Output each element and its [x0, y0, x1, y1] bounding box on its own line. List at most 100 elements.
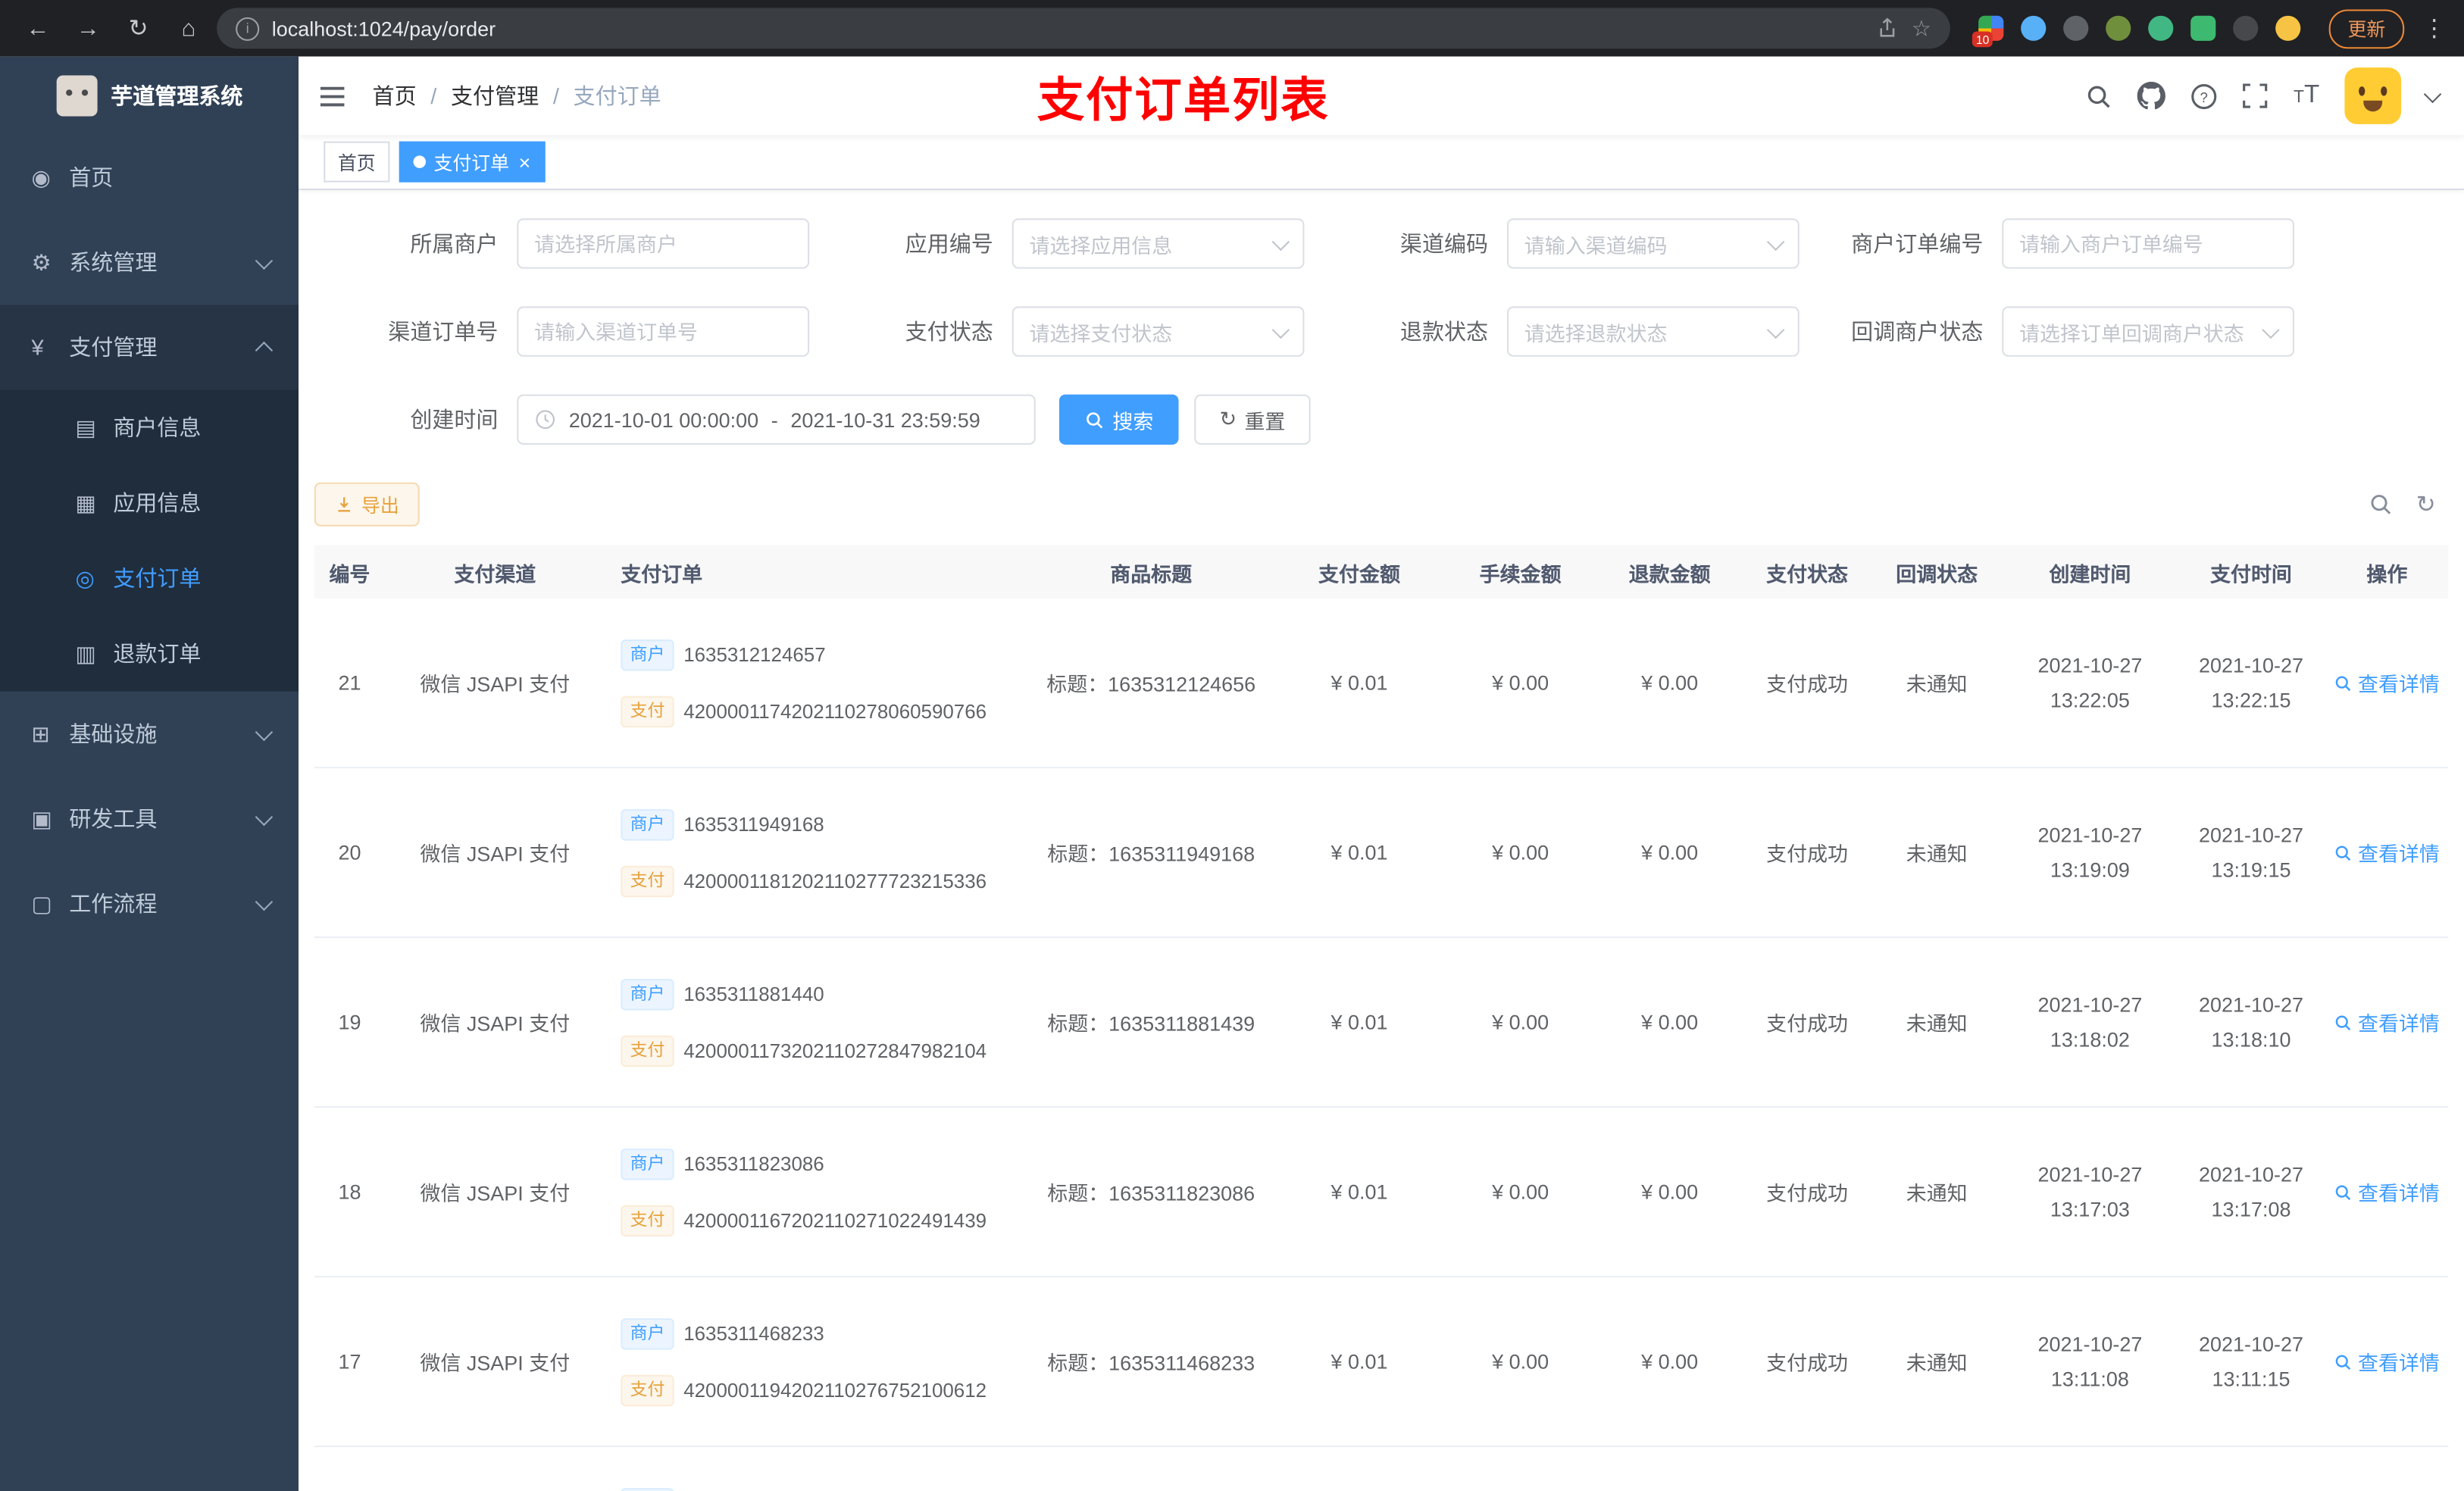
caret-down-icon[interactable] — [2423, 84, 2442, 103]
cell-pay-order: 商户 1635311517 支付 — [605, 1486, 1029, 1491]
filter-row-1: 所属商户 应用编号 请选择应用信息 渠道编码 请输入渠道编码 — [314, 218, 2448, 269]
sidebar-item-app-info[interactable]: ▦ 应用信息 — [0, 464, 299, 541]
order-icon: ◎ — [75, 564, 95, 590]
back-icon[interactable]: ← — [16, 15, 60, 42]
chevron-down-icon — [1766, 232, 1785, 251]
app-select[interactable]: 请选择应用信息 — [1012, 218, 1305, 269]
extension-vue-icon[interactable] — [2148, 15, 2174, 41]
filter-label: 回调商户状态 — [1851, 319, 1984, 345]
sidebar-item-refund-order[interactable]: ▥ 退款订单 — [0, 616, 299, 692]
cell-fee: ¥ 0.00 — [1492, 1010, 1549, 1034]
cell-create-time: 2021-10-27 13:11:08 — [2037, 1332, 2143, 1390]
view-detail-link[interactable]: 查看详情 — [2334, 1177, 2440, 1206]
merchant-order-no-input[interactable] — [2002, 218, 2295, 269]
date-separator: - — [771, 408, 778, 432]
magnifier-icon — [2336, 675, 2352, 691]
breadcrumb-current: 支付订单 — [573, 83, 661, 109]
channel-code-select[interactable]: 请输入渠道编码 — [1506, 218, 1800, 269]
hamburger-icon[interactable] — [317, 81, 347, 111]
view-detail-link[interactable]: 查看详情 — [2334, 667, 2440, 697]
date-end: 2021-10-31 23:59:59 — [790, 408, 980, 432]
channel-order-no-input[interactable] — [517, 306, 810, 357]
font-size-icon[interactable]: TT — [2294, 82, 2319, 110]
magnifier-icon — [2336, 845, 2352, 861]
chevron-down-icon — [255, 722, 274, 741]
sidebar-item-workflow[interactable]: ▢ 工作流程 — [0, 861, 299, 946]
sidebar-item-merchant-info[interactable]: ▤ 商户信息 — [0, 389, 299, 465]
cell-pay-time: 2021-10-27 13:19:15 — [2199, 823, 2303, 881]
sidebar-item-system[interactable]: ⚙ 系统管理 — [0, 220, 299, 305]
refund-status-select[interactable]: 请选择退款状态 — [1506, 306, 1800, 357]
cell-action: 查看详情 — [2326, 1007, 2449, 1036]
merchant-input[interactable] — [517, 218, 810, 269]
search-button[interactable]: 搜索 — [1058, 394, 1179, 445]
cell-notify-status: 未通知 — [1906, 842, 1968, 866]
extension-drop-icon[interactable] — [2021, 15, 2047, 41]
view-detail-link[interactable]: 查看详情 — [2334, 837, 2440, 867]
sidebar-item-home[interactable]: ◉ 首页 — [0, 135, 299, 220]
bookmark-star-icon[interactable]: ☆ — [1912, 15, 1931, 42]
cell-id: 21 — [338, 670, 361, 695]
help-icon[interactable]: ? — [2191, 83, 2218, 109]
tab-pay-order[interactable]: 支付订单 × — [399, 141, 545, 183]
cell-pay-order: 商户 1635311881440 支付 42000011732021102728… — [605, 977, 1029, 1067]
callback-status-select[interactable]: 请选择订单回调商户状态 — [2002, 306, 2295, 357]
chevron-down-icon — [1271, 232, 1290, 251]
filter-label: 商户订单编号 — [1851, 230, 1984, 257]
extension-chat-icon[interactable] — [2190, 15, 2216, 41]
cell-notify-status: 未通知 — [1906, 672, 1968, 696]
cell-fee: ¥ 0.00 — [1492, 1349, 1549, 1374]
github-icon[interactable] — [2137, 81, 2166, 110]
filter-label: 渠道订单号 — [388, 319, 499, 345]
date-range-input[interactable]: 2021-10-01 00:00:00 - 2021-10-31 23:59:5… — [517, 394, 1036, 445]
filter-label: 应用编号 — [905, 230, 993, 257]
fullscreen-icon[interactable] — [2244, 83, 2269, 108]
extension-avatar-icon[interactable] — [2275, 15, 2301, 41]
cell-channel: 微信 JSAPI 支付 — [420, 842, 571, 866]
cell-pay-time: 2021-10-27 13:17:08 — [2199, 1162, 2303, 1221]
filter-label: 支付状态 — [905, 319, 993, 345]
sidebar-item-pay-order[interactable]: ◎ 支付订单 — [0, 540, 299, 617]
extension-grid-icon[interactable]: 10 — [1972, 15, 2004, 48]
cell-action: 查看详情 — [2326, 667, 2449, 697]
sidebar-item-payment[interactable]: ¥ 支付管理 — [0, 305, 299, 390]
extension-dark-icon[interactable] — [2063, 15, 2089, 41]
tab-home[interactable]: 首页 — [324, 141, 390, 183]
breadcrumb-payment[interactable]: 支付管理 — [451, 80, 539, 111]
pay-status-select[interactable]: 请选择支付状态 — [1012, 306, 1305, 357]
forward-icon[interactable]: → — [66, 15, 110, 42]
user-avatar[interactable] — [2344, 67, 2402, 124]
search-icon[interactable] — [2086, 83, 2112, 109]
export-button[interactable]: 导出 — [314, 482, 420, 527]
search-toggle-icon[interactable] — [2369, 492, 2394, 517]
site-info-icon[interactable]: i — [236, 16, 260, 40]
sidebar-item-dev-tools[interactable]: ▣ 研发工具 — [0, 777, 299, 861]
view-detail-link[interactable]: 查看详情 — [2334, 1346, 2440, 1376]
reset-button[interactable]: ↻ 重置 — [1194, 394, 1311, 445]
refresh-table-icon[interactable]: ↻ — [2416, 490, 2436, 518]
filter-label: 所属商户 — [410, 230, 499, 257]
breadcrumb-home[interactable]: 首页 — [373, 80, 417, 111]
cell-status: 支付成功 — [1766, 1011, 1849, 1036]
cell-id: 18 — [338, 1180, 361, 1204]
chrome-menu-icon[interactable]: ⋮ — [2420, 14, 2448, 42]
merchant-badge: 商户 — [621, 808, 674, 840]
filter-channel-code: 渠道编码 请输入渠道编码 — [1304, 218, 1800, 269]
extension-pin-icon[interactable] — [2233, 15, 2259, 41]
screen: ← → ↻ ⌂ i localhost:1024/pay/order ☆ 10 … — [0, 0, 2464, 1491]
view-detail-link[interactable]: 查看详情 — [2334, 1007, 2440, 1036]
extensions-row: 10 — [1972, 15, 2301, 48]
reload-icon[interactable]: ↻ — [116, 14, 160, 42]
share-icon[interactable] — [1877, 17, 1899, 39]
flow-icon: ▢ — [31, 889, 52, 916]
close-icon[interactable]: × — [518, 152, 530, 172]
navbar-actions: ? TT — [2086, 67, 2442, 124]
dashboard-icon: ◉ — [31, 164, 51, 189]
filter-channel-order-no: 渠道订单号 — [314, 306, 810, 357]
sidebar-item-infra[interactable]: ⊞ 基础设施 — [0, 692, 299, 777]
extension-green-icon[interactable] — [2106, 15, 2131, 41]
address-bar[interactable]: i localhost:1024/pay/order ☆ — [217, 8, 1950, 49]
chrome-update-button[interactable]: 更新 — [2328, 8, 2405, 48]
cell-title: 标题：1635312124656 — [1046, 672, 1256, 696]
home-icon[interactable]: ⌂ — [167, 15, 211, 42]
